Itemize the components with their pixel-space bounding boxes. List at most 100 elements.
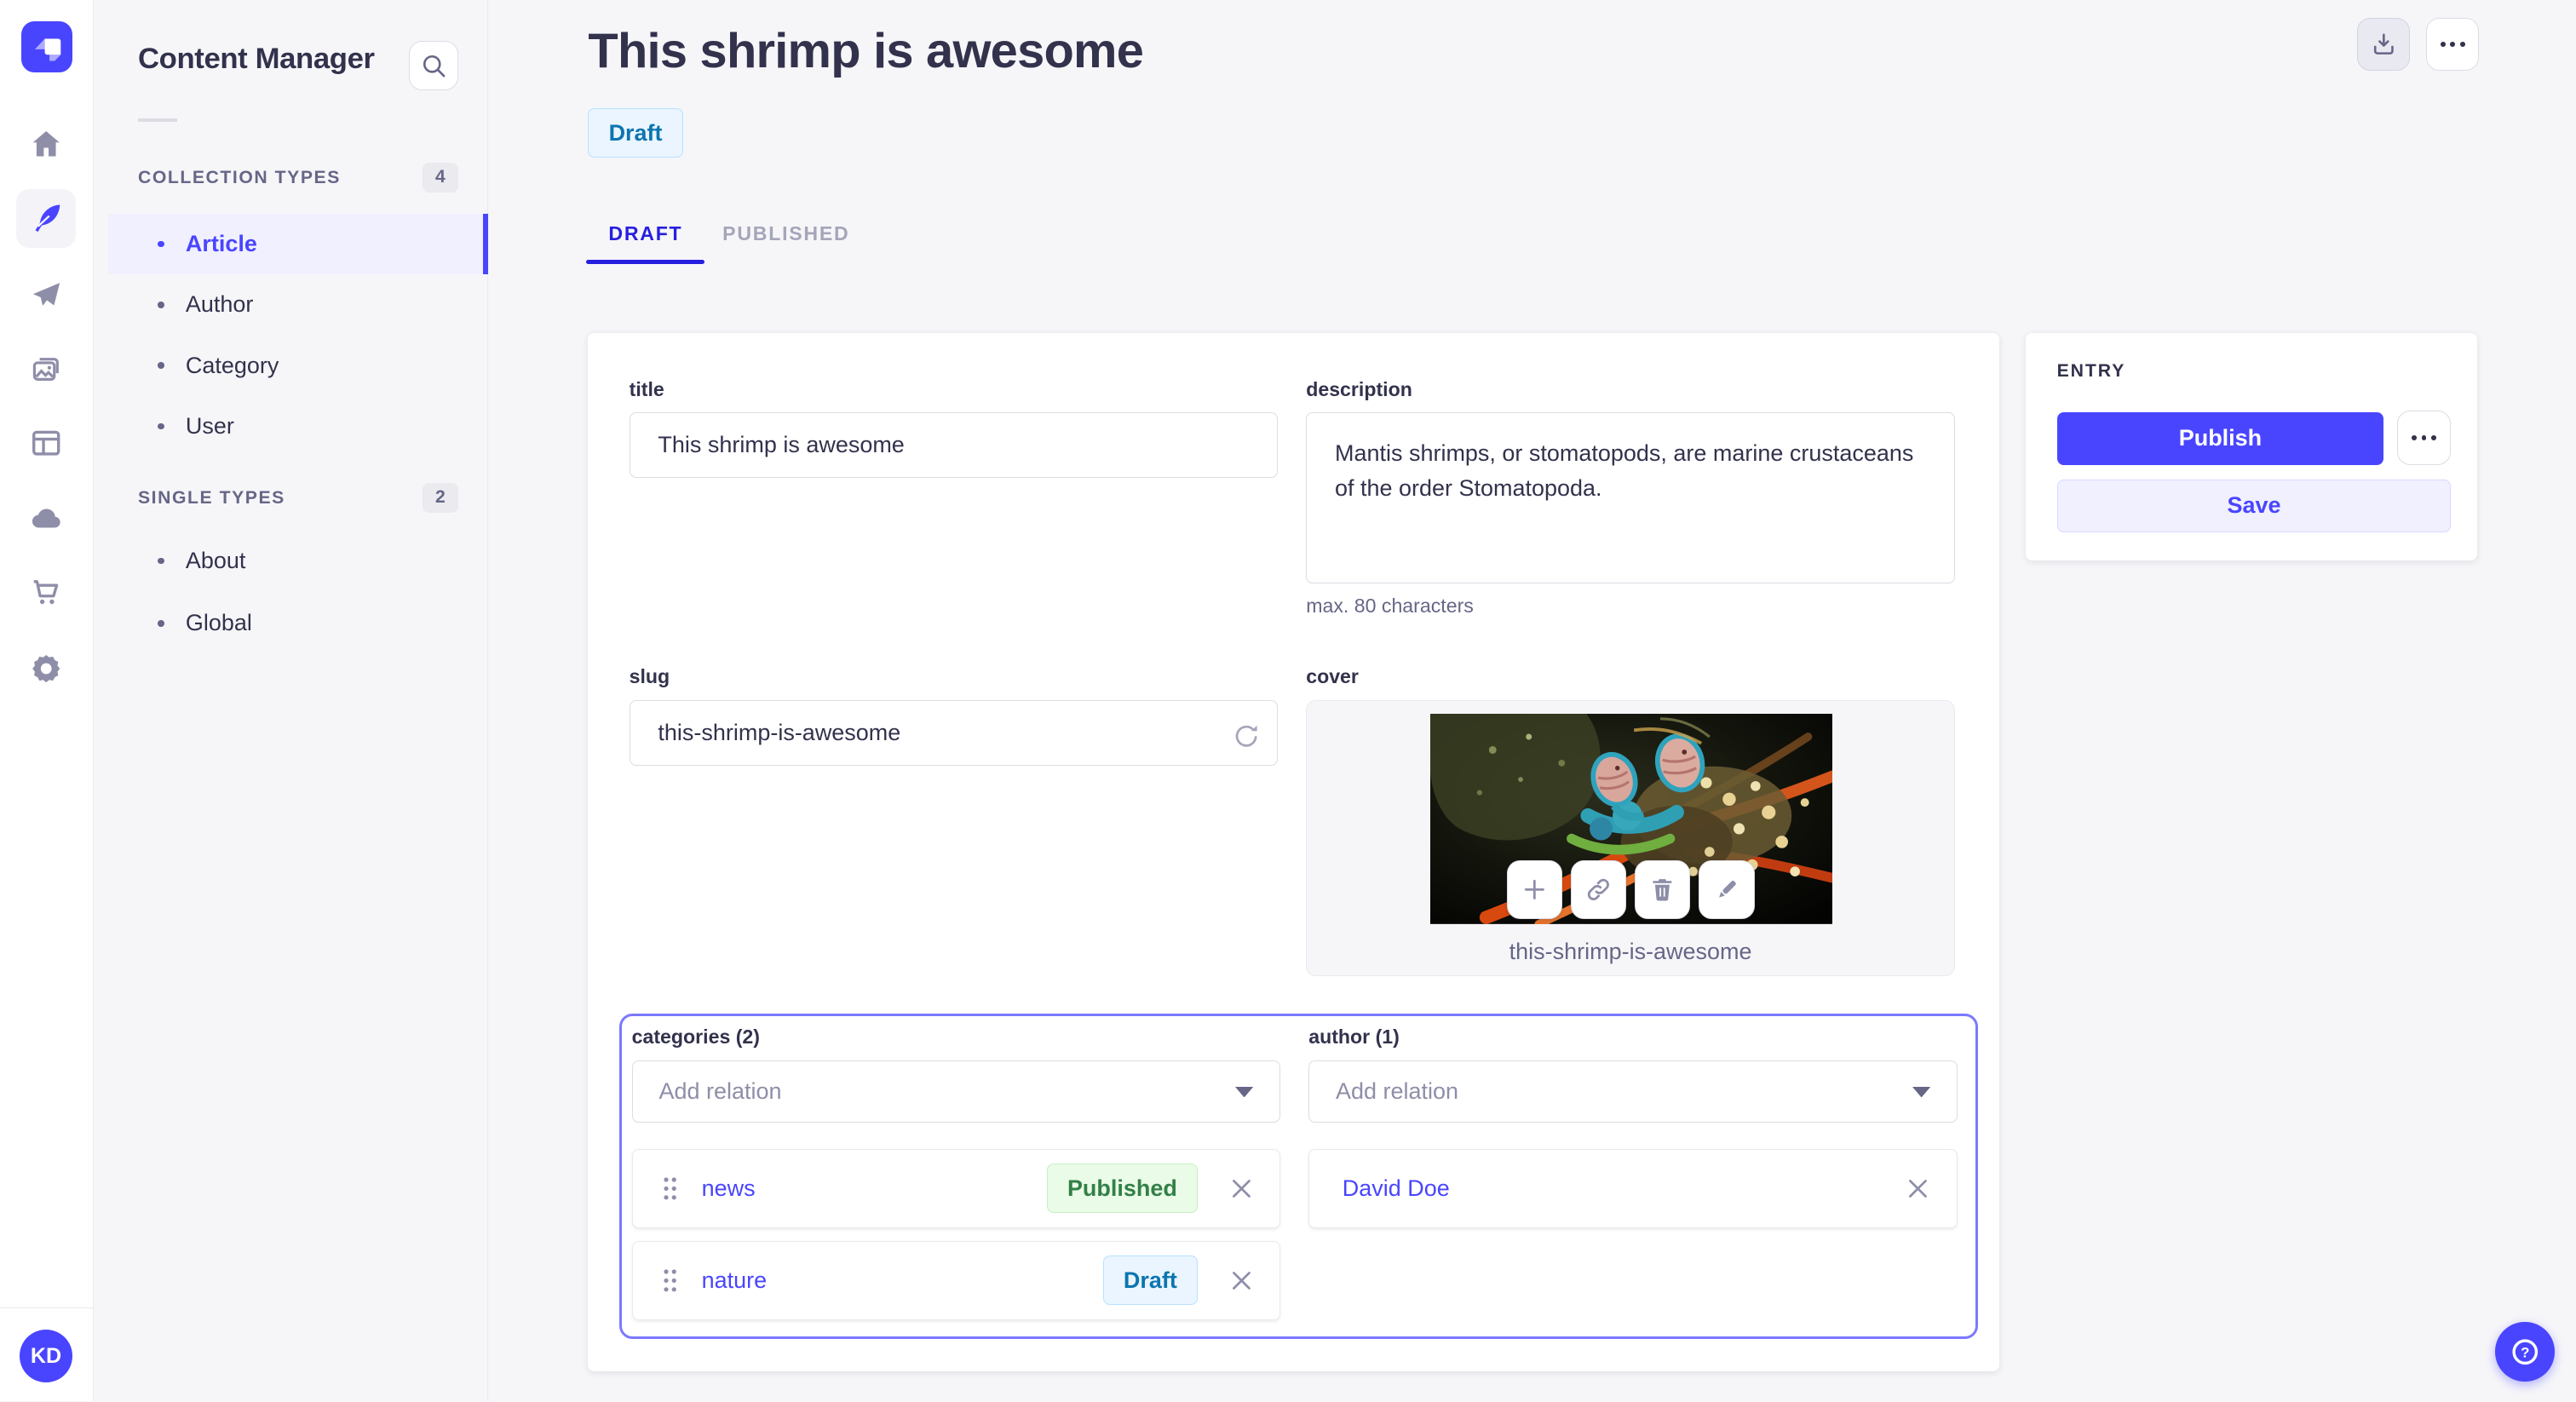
nav-settings[interactable]	[16, 639, 75, 698]
sidebar-item-article[interactable]: Article	[108, 213, 488, 275]
drag-handle-icon[interactable]	[662, 1267, 678, 1294]
content-feather-icon	[28, 200, 64, 236]
chevron-down-icon	[1912, 1086, 1931, 1098]
svg-text:?: ?	[2521, 1344, 2529, 1360]
tab-published[interactable]: PUBLISHED	[704, 204, 867, 264]
close-x-icon	[1906, 1176, 1930, 1201]
section-single-types: SINGLE TYPES	[137, 487, 285, 508]
nav-media-library[interactable]	[16, 340, 75, 399]
send-plane-icon	[28, 278, 64, 313]
slug-field-label: slug	[629, 665, 670, 688]
relation-status-badge: Draft	[1102, 1255, 1199, 1306]
regenerate-slug-button[interactable]	[1230, 718, 1266, 754]
single-types-count: 2	[422, 482, 459, 513]
sidebar-item-global[interactable]: Global	[108, 593, 487, 653]
remove-relation-button[interactable]	[1226, 1265, 1257, 1296]
bullet-icon	[158, 240, 164, 248]
help-button[interactable]: ?	[2495, 1322, 2555, 1382]
sidebar-item-user[interactable]: User	[108, 396, 487, 457]
ellipsis-icon	[2440, 42, 2465, 47]
primary-nav-footer: KD	[0, 1307, 93, 1401]
strapi-logo[interactable]	[21, 21, 72, 72]
cloud-icon	[28, 501, 64, 537]
relation-status-badge: Published	[1046, 1164, 1199, 1214]
page-title: This shrimp is awesome	[588, 23, 1144, 78]
sidebar-item-author[interactable]: Author	[108, 274, 487, 335]
bullet-icon	[158, 362, 164, 369]
strapi-app: KD Content Manager COLLECTION TYPES 4 Ar…	[0, 0, 2576, 1402]
relation-row-news: news Published	[631, 1149, 1281, 1228]
search-icon	[419, 51, 449, 81]
download-button[interactable]	[2357, 18, 2411, 71]
remove-relation-button[interactable]	[1226, 1173, 1257, 1204]
nav-content-type-builder[interactable]	[16, 414, 75, 473]
entry-panel: ENTRY Publish Save	[2025, 333, 2478, 560]
relation-link-nature[interactable]: nature	[702, 1267, 768, 1294]
categories-label: categories (2)	[631, 1026, 760, 1049]
author-label: author (1)	[1308, 1026, 1400, 1049]
relation-row-nature: nature Draft	[631, 1241, 1281, 1320]
chevron-down-icon	[1235, 1086, 1254, 1098]
author-add-relation-combobox[interactable]: Add relation	[1308, 1060, 1958, 1123]
nav-purchases[interactable]	[16, 563, 75, 622]
cover-caption: this-shrimp-is-awesome	[1509, 939, 1752, 965]
relation-link-news[interactable]: news	[702, 1175, 756, 1202]
close-x-icon	[1229, 1268, 1254, 1293]
cover-field: this-shrimp-is-awesome	[1306, 699, 1955, 976]
remove-relation-button[interactable]	[1902, 1173, 1934, 1204]
relation-row-david-doe: David Doe	[1308, 1149, 1958, 1228]
primary-nav: KD	[0, 0, 94, 1402]
refresh-icon	[1230, 720, 1266, 753]
help-question-icon: ?	[2509, 1336, 2542, 1369]
bullet-icon	[158, 422, 164, 430]
nav-home[interactable]	[16, 115, 75, 174]
description-textarea[interactable]: Mantis shrimps, or stomatopods, are mari…	[1306, 412, 1955, 583]
more-actions-button[interactable]	[2426, 18, 2480, 71]
tab-draft[interactable]: DRAFT	[586, 204, 705, 265]
edit-form-card: title description Mantis shrimps, or sto…	[588, 333, 2000, 1372]
cover-delete-button[interactable]	[1634, 859, 1691, 920]
status-badge: Draft	[588, 108, 683, 158]
nav-deploy-cloud[interactable]	[16, 490, 75, 549]
entry-more-button[interactable]	[2396, 411, 2452, 465]
link-icon	[1584, 876, 1613, 904]
trash-icon	[1648, 876, 1676, 904]
plus-icon	[1520, 875, 1550, 905]
sidebar-item-about[interactable]: About	[108, 531, 487, 591]
content-manager-sidebar: Content Manager COLLECTION TYPES 4 Artic…	[93, 0, 488, 1402]
save-button[interactable]: Save	[2056, 480, 2452, 532]
slug-input[interactable]	[629, 699, 1279, 766]
cart-icon	[28, 575, 64, 611]
cover-copy-link-button[interactable]	[1570, 859, 1627, 920]
publish-button[interactable]: Publish	[2056, 412, 2384, 465]
cover-field-label: cover	[1306, 665, 1359, 688]
drag-handle-icon[interactable]	[662, 1175, 678, 1202]
section-collection-types: COLLECTION TYPES	[137, 167, 341, 187]
description-field-label: description	[1306, 377, 1412, 400]
relations-section: categories (2) Add relation news Publish…	[619, 1013, 1978, 1339]
search-button[interactable]	[409, 41, 459, 91]
user-avatar[interactable]: KD	[20, 1330, 72, 1382]
settings-gear-icon	[28, 651, 64, 687]
title-field-label: title	[629, 377, 664, 400]
bullet-icon	[158, 620, 164, 627]
layout-icon	[28, 425, 64, 461]
avatar-initials: KD	[30, 1343, 62, 1368]
description-hint: max. 80 characters	[1306, 595, 1474, 618]
nav-content-manager[interactable]	[16, 188, 76, 249]
cover-add-button[interactable]	[1506, 859, 1563, 920]
relation-link-david-doe[interactable]: David Doe	[1343, 1175, 1450, 1202]
home-icon	[28, 126, 64, 162]
categories-add-relation-combobox[interactable]: Add relation	[631, 1060, 1281, 1123]
bullet-icon	[158, 557, 164, 565]
media-library-icon	[28, 352, 64, 388]
cover-actions	[1307, 859, 1954, 920]
close-x-icon	[1229, 1176, 1254, 1201]
strapi-logo-icon	[29, 29, 65, 65]
download-icon	[2369, 30, 2399, 60]
sidebar-divider	[137, 118, 178, 122]
cover-edit-button[interactable]	[1699, 859, 1755, 920]
sidebar-item-category[interactable]: Category	[108, 335, 487, 395]
nav-releases[interactable]	[16, 266, 75, 325]
title-input[interactable]	[629, 412, 1279, 479]
